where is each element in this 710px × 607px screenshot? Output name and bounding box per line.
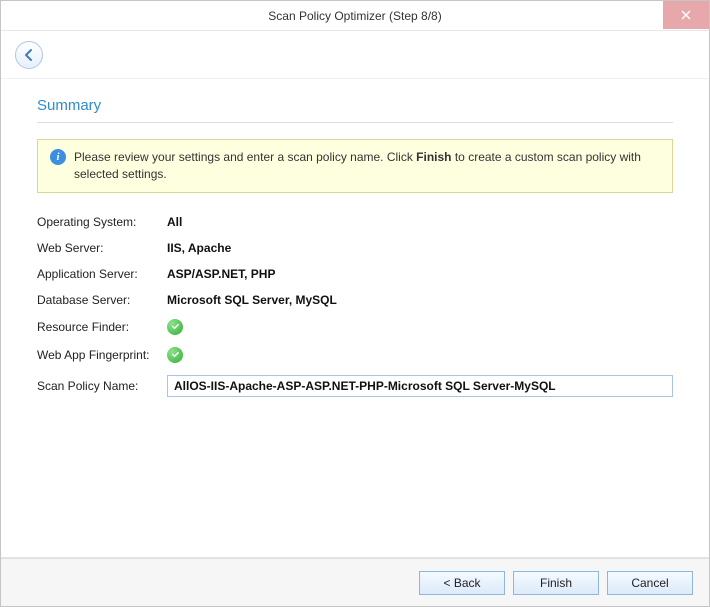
row-app-server: Application Server: ASP/ASP.NET, PHP	[37, 261, 673, 287]
close-icon	[681, 10, 691, 20]
back-button[interactable]: < Back	[419, 571, 505, 595]
footer: < Back Finish Cancel	[1, 558, 709, 606]
back-nav-button[interactable]	[15, 41, 43, 69]
section-title: Summary	[37, 97, 673, 114]
info-bold: Finish	[416, 150, 451, 164]
window-title: Scan Policy Optimizer (Step 8/8)	[268, 9, 441, 23]
finish-button[interactable]: Finish	[513, 571, 599, 595]
settings-table: Operating System: All Web Server: IIS, A…	[37, 209, 673, 403]
row-web-server: Web Server: IIS, Apache	[37, 235, 673, 261]
label-scan-policy-name: Scan Policy Name:	[37, 369, 167, 403]
value-os: All	[167, 209, 673, 235]
cell-scan-policy-input	[167, 369, 673, 403]
check-icon	[167, 347, 183, 363]
scan-policy-name-input[interactable]	[167, 375, 673, 397]
row-scan-policy-name: Scan Policy Name:	[37, 369, 673, 403]
label-web-app-fingerprint: Web App Fingerprint:	[37, 341, 167, 369]
check-icon	[167, 319, 183, 335]
value-web-server: IIS, Apache	[167, 235, 673, 261]
info-icon: i	[50, 149, 66, 165]
label-os: Operating System:	[37, 209, 167, 235]
arrow-left-icon	[22, 48, 36, 62]
value-resource-finder	[167, 313, 673, 341]
value-app-server: ASP/ASP.NET, PHP	[167, 261, 673, 287]
section-divider	[37, 122, 673, 123]
content-area: Summary i Please review your settings an…	[1, 79, 709, 557]
row-db-server: Database Server: Microsoft SQL Server, M…	[37, 287, 673, 313]
label-app-server: Application Server:	[37, 261, 167, 287]
label-db-server: Database Server:	[37, 287, 167, 313]
close-button[interactable]	[663, 1, 709, 29]
row-resource-finder: Resource Finder:	[37, 313, 673, 341]
label-web-server: Web Server:	[37, 235, 167, 261]
value-db-server: Microsoft SQL Server, MySQL	[167, 287, 673, 313]
wizard-window: Scan Policy Optimizer (Step 8/8) Summary…	[0, 0, 710, 607]
label-resource-finder: Resource Finder:	[37, 313, 167, 341]
info-banner-text: Please review your settings and enter a …	[74, 149, 660, 183]
topbar	[1, 31, 709, 79]
info-prefix: Please review your settings and enter a …	[74, 150, 416, 164]
cancel-button[interactable]: Cancel	[607, 571, 693, 595]
value-web-app-fingerprint	[167, 341, 673, 369]
row-web-app-fingerprint: Web App Fingerprint:	[37, 341, 673, 369]
row-os: Operating System: All	[37, 209, 673, 235]
titlebar: Scan Policy Optimizer (Step 8/8)	[1, 1, 709, 31]
info-banner: i Please review your settings and enter …	[37, 139, 673, 193]
